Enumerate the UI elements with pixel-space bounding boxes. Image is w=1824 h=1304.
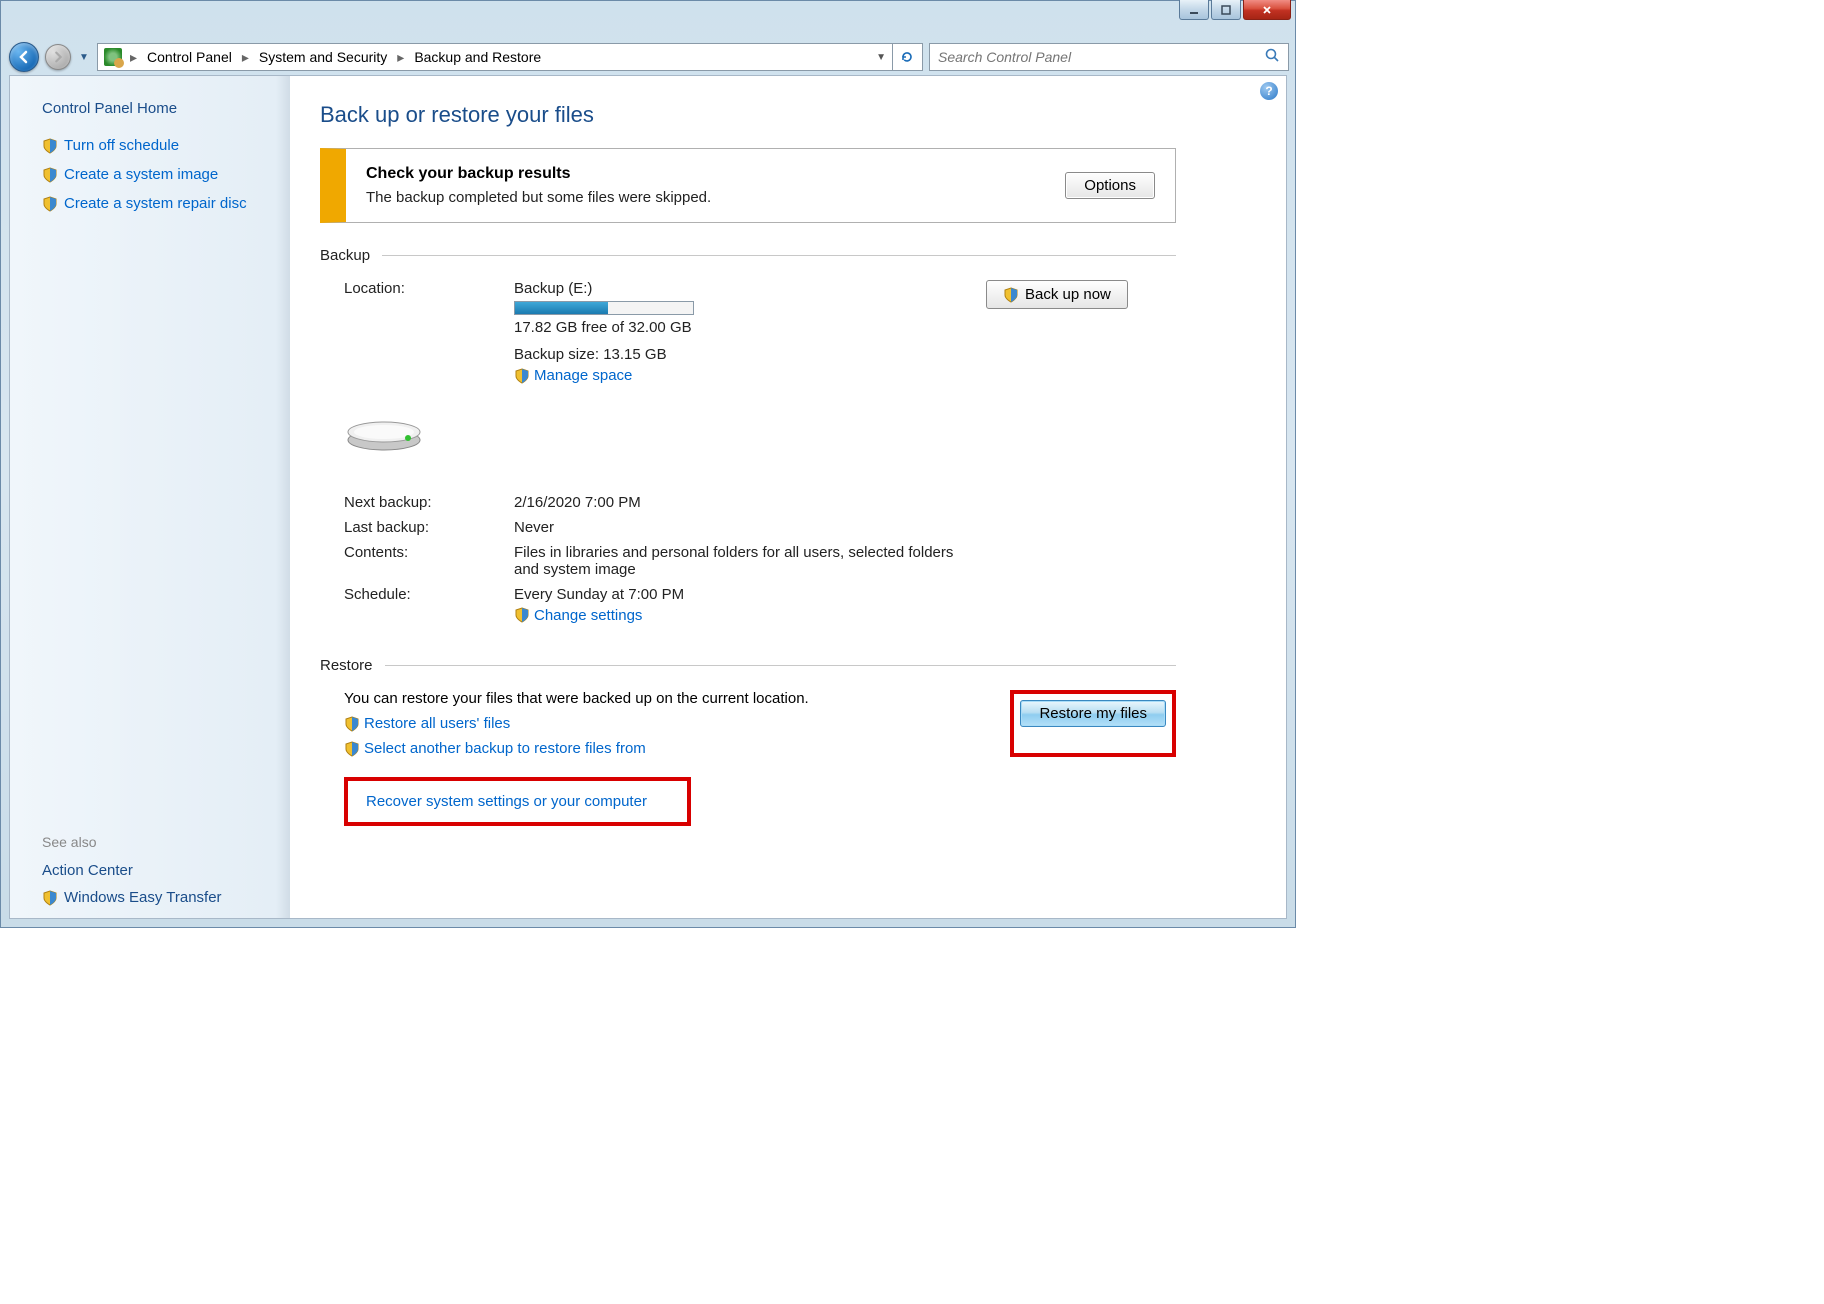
shield-icon — [514, 607, 530, 623]
sidebar-windows-easy-transfer[interactable]: Windows Easy Transfer — [42, 889, 274, 906]
restore-my-files-button[interactable]: Restore my files — [1020, 700, 1166, 727]
sidebar-create-system-image[interactable]: Create a system image — [42, 166, 274, 183]
see-also-heading: See also — [42, 834, 274, 850]
main-content: Back up or restore your files Check your… — [290, 76, 1286, 918]
page-title: Back up or restore your files — [320, 102, 1176, 128]
minimize-button[interactable] — [1179, 0, 1209, 20]
content-area: ? Control Panel Home Turn off schedule C… — [9, 75, 1287, 919]
back-button[interactable] — [9, 42, 39, 72]
select-another-backup-link[interactable]: Select another backup to restore files f… — [364, 740, 646, 757]
search-box — [929, 43, 1289, 71]
sidebar-turn-off-schedule[interactable]: Turn off schedule — [42, 137, 274, 154]
search-input[interactable] — [938, 49, 1264, 65]
sidebar-item-label: Create a system image — [64, 166, 218, 183]
disk-free: 17.82 GB free of 32.00 GB — [514, 319, 966, 336]
help-icon[interactable]: ? — [1260, 82, 1278, 100]
shield-icon — [42, 167, 58, 183]
breadcrumb-system-security[interactable]: System and Security — [253, 49, 393, 65]
sidebar-create-repair-disc[interactable]: Create a system repair disc — [42, 195, 274, 212]
shield-icon — [514, 368, 530, 384]
last-backup-label: Last backup: — [344, 519, 494, 536]
history-dropdown[interactable]: ▼ — [77, 42, 91, 72]
location-label: Location: — [344, 280, 494, 388]
shield-icon — [42, 890, 58, 906]
drive-icon — [344, 402, 494, 456]
close-button[interactable] — [1243, 0, 1291, 20]
breadcrumb-arrow[interactable]: ▸ — [393, 49, 408, 66]
change-settings-link[interactable]: Change settings — [534, 607, 642, 624]
back-up-now-button[interactable]: Back up now — [986, 280, 1128, 309]
shield-icon — [42, 138, 58, 154]
alert-heading: Check your backup results — [366, 165, 1049, 183]
manage-space-link[interactable]: Manage space — [534, 367, 632, 384]
alert-box: Check your backup results The backup com… — [320, 148, 1176, 223]
sidebar-item-label: Windows Easy Transfer — [64, 889, 222, 906]
breadcrumb: ▸ Control Panel ▸ System and Security ▸ … — [97, 43, 923, 71]
breadcrumb-arrow[interactable]: ▸ — [126, 49, 141, 66]
contents-value: Files in libraries and personal folders … — [514, 544, 966, 578]
control-panel-icon — [104, 48, 122, 66]
recover-system-link[interactable]: Recover system settings or your computer — [366, 793, 647, 810]
restore-highlight: Restore my files — [1010, 690, 1176, 757]
schedule-label: Schedule: — [344, 586, 494, 628]
recover-highlight: Recover system settings or your computer — [344, 777, 691, 826]
window-frame: ▼ ▸ Control Panel ▸ System and Security … — [0, 0, 1296, 928]
disk-usage-bar — [514, 301, 694, 315]
shield-icon — [344, 741, 360, 757]
titlebar[interactable] — [1, 1, 1295, 39]
restore-description: You can restore your files that were bac… — [344, 690, 980, 707]
sidebar-action-center[interactable]: Action Center — [42, 862, 274, 879]
next-backup-label: Next backup: — [344, 494, 494, 511]
breadcrumb-dropdown[interactable]: ▼ — [870, 52, 892, 63]
maximize-button[interactable] — [1211, 0, 1241, 20]
backup-section-title: Backup — [320, 247, 1176, 264]
shield-icon — [1003, 287, 1019, 303]
backup-size: Backup size: 13.15 GB — [514, 346, 966, 363]
nav-bar: ▼ ▸ Control Panel ▸ System and Security … — [1, 39, 1295, 75]
shield-icon — [344, 716, 360, 732]
restore-section-title: Restore — [320, 657, 1176, 674]
search-icon[interactable] — [1264, 47, 1280, 67]
sidebar-item-label: Turn off schedule — [64, 137, 179, 154]
alert-text: The backup completed but some files were… — [366, 189, 1049, 206]
last-backup-value: Never — [514, 519, 966, 536]
forward-button[interactable] — [45, 44, 71, 70]
breadcrumb-backup-restore[interactable]: Backup and Restore — [408, 49, 547, 65]
refresh-button[interactable] — [892, 43, 920, 71]
window-controls — [1179, 0, 1291, 20]
control-panel-home-link[interactable]: Control Panel Home — [42, 100, 274, 117]
sidebar-item-label: Create a system repair disc — [64, 195, 247, 212]
schedule-value: Every Sunday at 7:00 PM — [514, 586, 966, 603]
shield-icon — [42, 196, 58, 212]
next-backup-value: 2/16/2020 7:00 PM — [514, 494, 966, 511]
backup-details: Location: Backup (E:) 17.82 GB free of 3… — [344, 280, 1176, 627]
breadcrumb-arrow[interactable]: ▸ — [238, 49, 253, 66]
sidebar: Control Panel Home Turn off schedule Cre… — [10, 76, 290, 918]
breadcrumb-control-panel[interactable]: Control Panel — [141, 49, 238, 65]
restore-all-users-link[interactable]: Restore all users' files — [364, 715, 510, 732]
contents-label: Contents: — [344, 544, 494, 578]
options-button[interactable]: Options — [1065, 172, 1155, 199]
backup-drive: Backup (E:) — [514, 280, 966, 297]
